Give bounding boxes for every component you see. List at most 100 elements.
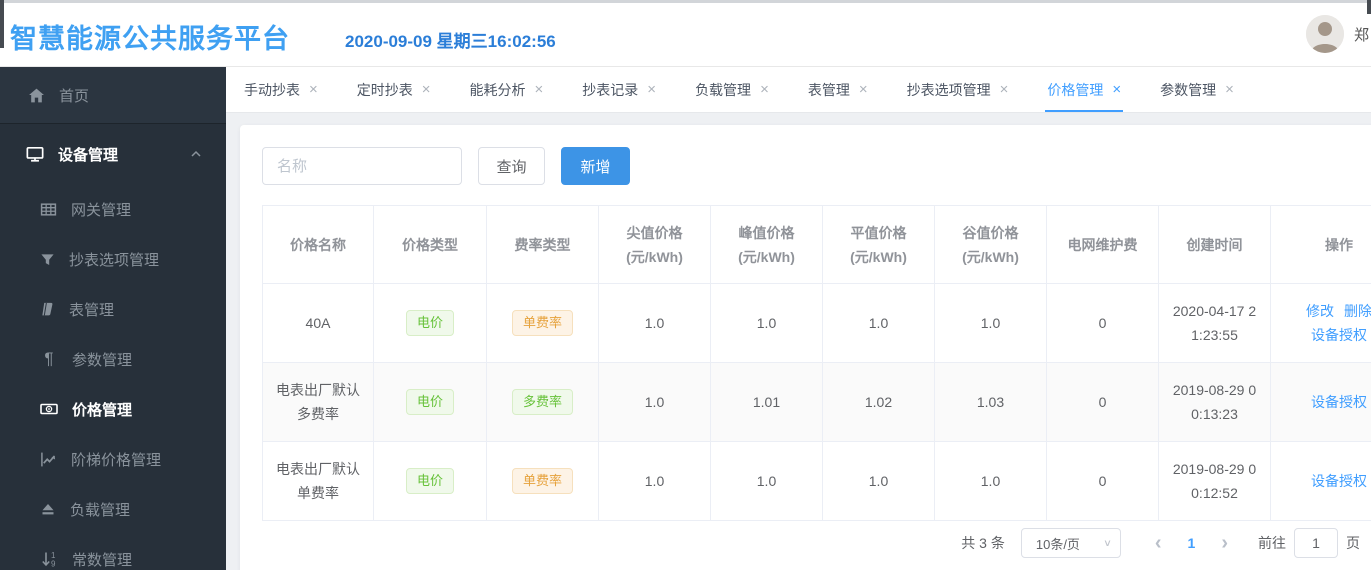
table-row: 40A 电价 单费率 1.0 1.0 1.0 1.0 0 2020-04-17 … (262, 283, 1371, 363)
sidebar-item-label: 表管理 (69, 301, 115, 319)
main-area: 手动抄表 × 定时抄表 × 能耗分析 × 抄表记录 × 负载管理 × 表管理 × 抄表选项管… (226, 67, 1371, 570)
close-icon[interactable]: × (1112, 82, 1121, 97)
cell-rate-type: 单费率 (486, 283, 599, 363)
next-page-button[interactable]: › (1209, 533, 1240, 553)
prev-page-button[interactable]: ‹ (1143, 533, 1174, 553)
tab-label: 手动抄表 (244, 81, 300, 98)
tab-energy-analysis[interactable]: 能耗分析 × (468, 67, 546, 112)
tab-scheduled-reading[interactable]: 定时抄表 × (355, 67, 433, 112)
username-label: 郑 (1354, 26, 1370, 44)
cell-price-name: 电表出厂默认多费率 (262, 362, 374, 442)
cell-price-type: 电价 (373, 362, 487, 442)
sidebar-group-label: 设备管理 (58, 146, 119, 164)
query-button[interactable]: 查询 (478, 147, 545, 185)
book-icon (42, 302, 53, 316)
sidebar-item-parameter-management[interactable]: ¶ 参数管理 (0, 334, 226, 384)
goto-label: 前往 (1258, 535, 1286, 551)
tab-label: 参数管理 (1160, 81, 1217, 98)
tab-reading-records[interactable]: 抄表记录 × (580, 67, 658, 112)
cell-peak-price: 1.0 (710, 441, 823, 521)
price-type-tag: 电价 (405, 468, 454, 494)
cell-rate-type: 单费率 (486, 441, 599, 521)
add-button[interactable]: 新增 (561, 147, 630, 185)
cell-created-time: 2020-04-17 21:23:55 (1158, 283, 1271, 363)
window-left-edge (0, 0, 4, 48)
table-row: 电表出厂默认多费率 电价 多费率 1.0 1.01 1.02 1.03 0 20… (262, 362, 1371, 442)
sidebar-group-device-management: 设备管理 网关管理 抄表选项管理 表管理 ¶ 参数管理 价格管理 阶梯价格管理 … (0, 123, 226, 570)
delete-link[interactable]: 删除 (1344, 299, 1371, 323)
sidebar-item-home[interactable]: 首页 (0, 67, 226, 123)
sidebar-item-label: 网关管理 (71, 201, 132, 219)
tab-price-management[interactable]: 价格管理 × (1045, 67, 1123, 112)
close-icon[interactable]: × (647, 82, 656, 97)
page-size-select[interactable]: 10条/页 ∨ (1020, 528, 1121, 558)
chart-line-icon (41, 452, 56, 466)
sidebar-item-label: 常数管理 (72, 551, 133, 569)
close-icon[interactable]: × (1225, 82, 1234, 97)
tab-label: 价格管理 (1047, 81, 1104, 98)
close-icon[interactable]: × (859, 82, 868, 97)
sidebar-item-constant-management[interactable]: 19 常数管理 (0, 534, 226, 570)
cell-grid-fee: 0 (1046, 441, 1159, 521)
tab-load-management[interactable]: 负载管理 × (693, 67, 771, 112)
close-icon[interactable]: × (760, 82, 769, 97)
edit-link[interactable]: 修改 (1306, 299, 1334, 323)
cell-valley-price: 1.0 (934, 441, 1047, 521)
cell-grid-fee: 0 (1046, 362, 1159, 442)
cell-actions: 设备授权 (1270, 441, 1371, 521)
rate-type-tag: 单费率 (511, 468, 573, 494)
page-number-1[interactable]: 1 (1174, 535, 1210, 551)
header-datetime: 2020-09-09 星期三16:02:56 (345, 32, 556, 51)
monitor-icon (26, 146, 44, 162)
rate-type-tag: 多费率 (511, 389, 573, 415)
column-header: 创建时间 (1158, 205, 1271, 284)
sidebar: 首页 设备管理 网关管理 抄表选项管理 表管理 ¶ 参数管理 价格管理 阶梯价格… (0, 67, 226, 570)
name-search-input[interactable] (262, 147, 462, 185)
sidebar-item-label: 负载管理 (70, 501, 131, 519)
sidebar-item-meter-option-management[interactable]: 抄表选项管理 (0, 234, 226, 284)
sidebar-group-toggle[interactable]: 设备管理 (0, 124, 226, 184)
close-icon[interactable]: × (422, 82, 431, 97)
goto-unit-label: 页 (1346, 535, 1360, 551)
tab-meter-option-management[interactable]: 抄表选项管理 × (905, 67, 1011, 112)
svg-text:9: 9 (51, 560, 56, 569)
tab-meter-management[interactable]: 表管理 × (806, 67, 870, 112)
column-header: 操作 (1270, 205, 1371, 284)
goto-page-input[interactable] (1294, 528, 1338, 558)
sidebar-item-gateway-management[interactable]: 网关管理 (0, 184, 226, 234)
device-authorize-link[interactable]: 设备授权 (1311, 323, 1367, 347)
page-size-value: 10条/页 (1035, 536, 1080, 552)
close-icon[interactable]: × (309, 82, 318, 97)
app-window: 智慧能源公共服务平台 2020-09-09 星期三16:02:56 郑 首页 设… (0, 0, 1371, 570)
cell-created-time: 2019-08-29 00:12:52 (1158, 441, 1271, 521)
sidebar-item-label: 参数管理 (72, 351, 133, 369)
close-icon[interactable]: × (535, 82, 544, 97)
device-authorize-link[interactable]: 设备授权 (1311, 390, 1367, 414)
tab-parameter-management[interactable]: 参数管理 × (1158, 67, 1236, 112)
cell-sharp-price: 1.0 (598, 283, 711, 363)
cell-actions: 修改 删除设备授权 (1270, 283, 1371, 363)
column-header: 价格类型 (373, 205, 487, 284)
cell-flat-price: 1.0 (822, 283, 935, 363)
total-count: 共 3 条 (961, 535, 1005, 551)
tab-manual-reading[interactable]: 手动抄表 × (242, 67, 320, 112)
chevron-down-icon: ∨ (1103, 537, 1112, 549)
cell-price-name: 电表出厂默认单费率 (262, 441, 374, 521)
close-icon[interactable]: × (1000, 82, 1009, 97)
sidebar-item-meter-management[interactable]: 表管理 (0, 284, 226, 334)
sidebar-item-load-management[interactable]: 负载管理 (0, 484, 226, 534)
toolbar: 查询 新增 (262, 147, 630, 185)
tab-label: 抄表记录 (582, 81, 639, 98)
sidebar-item-tiered-price-management[interactable]: 阶梯价格管理 (0, 434, 226, 484)
sort-numeric-icon: 19 (40, 550, 58, 568)
user-menu[interactable]: 郑 (1306, 15, 1371, 53)
sidebar-item-price-management[interactable]: 价格管理 (0, 384, 226, 434)
table-header-row: 价格名称 价格类型 费率类型 尖值价格(元/kWh) 峰值价格(元/kWh) 平… (262, 205, 1371, 284)
cell-sharp-price: 1.0 (598, 362, 711, 442)
device-authorize-link[interactable]: 设备授权 (1311, 469, 1367, 493)
sidebar-item-label: 价格管理 (72, 401, 133, 419)
cell-flat-price: 1.0 (822, 441, 935, 521)
filter-icon (41, 253, 54, 265)
column-header: 谷值价格(元/kWh) (934, 205, 1047, 284)
column-header: 平值价格(元/kWh) (822, 205, 935, 284)
